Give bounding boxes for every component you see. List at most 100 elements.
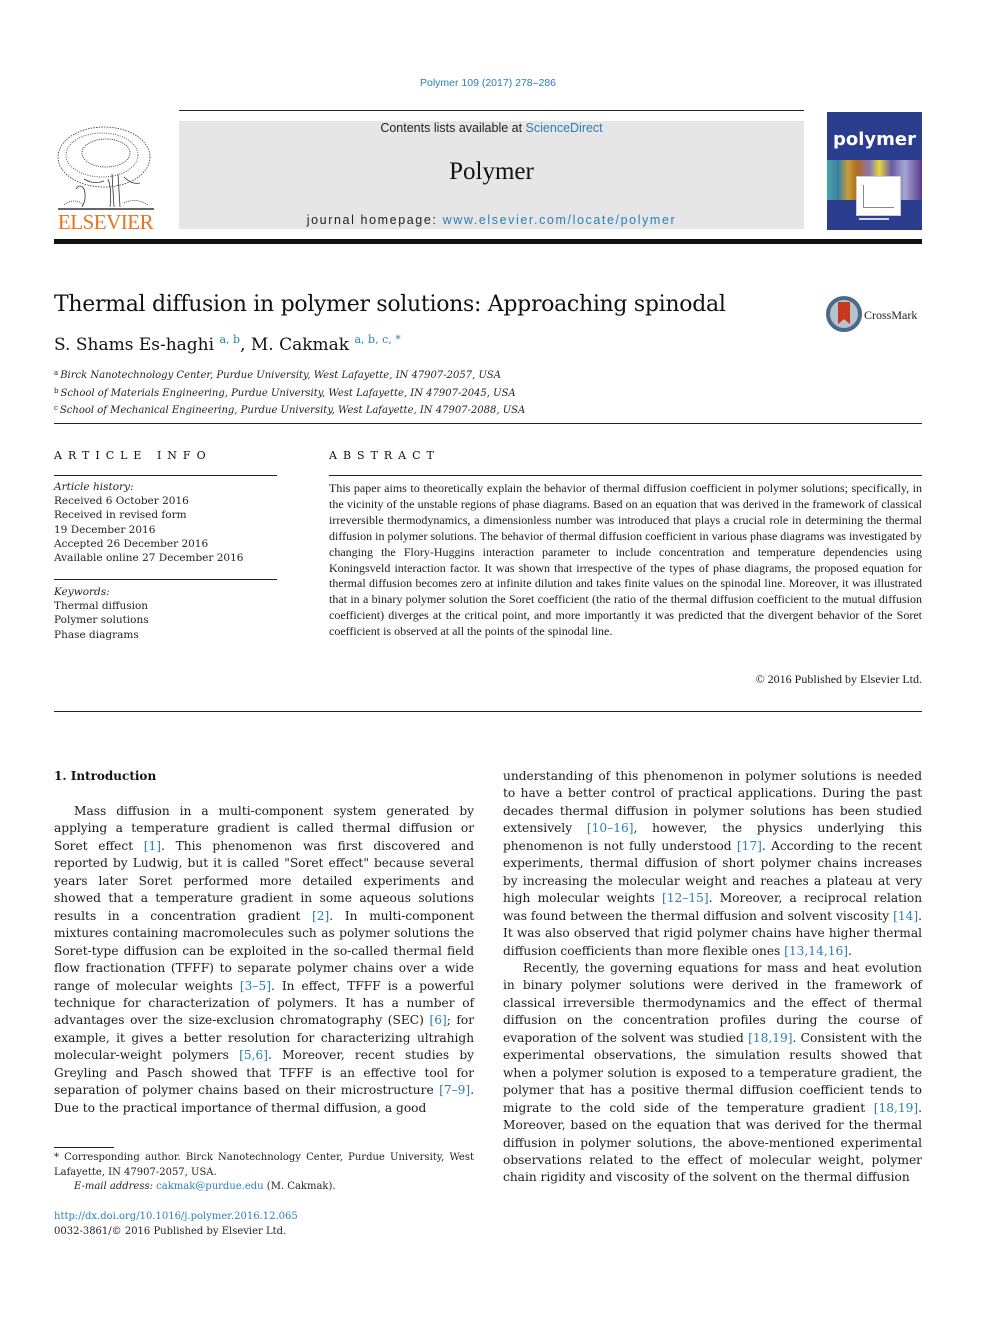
body-text xyxy=(172,874,183,888)
body-text xyxy=(707,821,722,835)
body-text: in xyxy=(300,891,313,906)
body-text: TFFF xyxy=(347,978,381,993)
body-text xyxy=(107,821,115,835)
body-text: "Soret xyxy=(284,856,324,871)
affiliation-text: School of Mechanical Engineering, Purdue… xyxy=(59,405,526,416)
crossmark-button[interactable]: CrossMark xyxy=(826,296,926,334)
author-affiliation-marks[interactable]: a, b, c, * xyxy=(355,333,401,346)
body-text: extensively xyxy=(503,821,573,836)
body-text: This xyxy=(175,838,202,853)
reference-link[interactable]: [2] xyxy=(312,909,329,923)
doi-link[interactable]: http://dx.doi.org/10.1016/j.polymer.2016… xyxy=(54,1211,298,1222)
body-text xyxy=(655,891,662,905)
body-text xyxy=(376,804,386,818)
reference-link[interactable]: [3–5] xyxy=(240,979,271,993)
body-text: in xyxy=(674,803,687,818)
body-text: In xyxy=(344,908,358,923)
reference-link[interactable]: [17] xyxy=(737,839,762,853)
reference-link[interactable]: [10–16] xyxy=(587,821,634,835)
body-text: the xyxy=(870,786,891,801)
email-line: E-mail address: cakmak@purdue.edu (M. Ca… xyxy=(54,1180,474,1195)
body-text: field xyxy=(446,943,475,958)
reference-link[interactable]: [5,6] xyxy=(239,1048,268,1062)
reference-link[interactable]: [6] xyxy=(429,1013,446,1027)
body-text: better xyxy=(567,786,606,801)
body-text: molecular xyxy=(537,891,600,906)
reference-link[interactable]: [7–9] xyxy=(439,1083,470,1097)
body-text: and xyxy=(760,908,784,923)
body-text: experiments, xyxy=(503,856,584,871)
body-text: showed xyxy=(190,1065,238,1080)
body-text: physics xyxy=(756,821,803,836)
body-text: studies xyxy=(404,1048,450,1063)
reference-link[interactable]: [18,19] xyxy=(748,1031,792,1045)
body-text: their xyxy=(305,1083,336,1098)
body-text: first xyxy=(337,838,363,853)
header-rule xyxy=(179,110,804,112)
body-text: wide xyxy=(444,961,475,976)
keyword-item: Thermal diffusion xyxy=(54,600,149,613)
body-text: Soret xyxy=(138,873,173,888)
body-text xyxy=(440,874,451,888)
body-text: reported xyxy=(54,856,108,871)
body-text: to xyxy=(503,786,516,801)
body-text xyxy=(295,979,302,993)
body-text: called xyxy=(296,821,334,836)
body-text: of xyxy=(462,995,475,1010)
body-text: a xyxy=(140,891,148,906)
body-text: aqueous xyxy=(359,891,411,906)
body-text: for xyxy=(456,1013,475,1028)
body-text: diffusion xyxy=(116,804,170,818)
journal-citation-link[interactable]: Polymer 109 (2017) 278–286 xyxy=(0,77,976,89)
body-text: Pasch xyxy=(146,1065,183,1080)
body-text: molecular xyxy=(618,873,680,888)
body-text: practical xyxy=(122,1100,178,1115)
body-text: that xyxy=(246,1065,272,1080)
author-name[interactable]: S. Shams Es-haghi xyxy=(54,335,214,355)
body-text: has xyxy=(362,995,384,1010)
intro-paragraph-1: Mass diffusion in a multi-component syst… xyxy=(54,803,474,1117)
body-text: polymers xyxy=(172,1048,229,1063)
body-text: Ludwig, xyxy=(132,856,183,871)
reference-link[interactable]: [12–15] xyxy=(662,891,709,905)
body-text: polymer xyxy=(696,926,748,941)
body-text: past xyxy=(895,786,923,801)
body-text xyxy=(106,804,116,818)
reference-link[interactable]: [14] xyxy=(893,909,918,923)
reference-link[interactable]: [13,14,16] xyxy=(784,944,848,958)
body-text: thermal xyxy=(271,1100,320,1115)
history-item: Accepted 26 December 2016 xyxy=(54,537,209,550)
body-text xyxy=(202,839,213,853)
body-text: the xyxy=(162,1013,183,1028)
reference-link[interactable]: [18,19] xyxy=(874,1101,918,1115)
journal-cover-image[interactable]: polymer xyxy=(827,112,922,230)
body-text xyxy=(782,891,789,905)
body-text: years xyxy=(54,873,88,888)
body-text: of xyxy=(598,769,611,783)
body-text: chains xyxy=(353,961,394,976)
author-name[interactable]: M. Cakmak xyxy=(251,335,349,355)
body-text: temperature xyxy=(131,821,209,836)
body-text: gives xyxy=(131,1030,164,1045)
body-text: applying xyxy=(54,821,108,836)
reference-link[interactable]: [1] xyxy=(144,839,161,853)
sciencedirect-link[interactable]: ScienceDirect xyxy=(526,121,603,135)
body-text xyxy=(363,839,374,853)
author-affiliation-marks[interactable]: a, b xyxy=(219,333,240,346)
email-link[interactable]: cakmak@purdue.edu xyxy=(156,1181,263,1192)
body-text: understood xyxy=(661,838,732,853)
body-text: also xyxy=(544,926,570,941)
body-text: be xyxy=(209,943,225,958)
body-text: . xyxy=(918,908,922,923)
body-text xyxy=(384,996,392,1010)
body-text: thermal xyxy=(559,803,609,818)
body-text: it xyxy=(213,856,222,871)
journal-homepage-link[interactable]: www.elsevier.com/locate/polymer xyxy=(443,213,677,227)
body-text xyxy=(269,996,277,1010)
body-text: higher xyxy=(828,926,870,941)
body-text: been xyxy=(839,803,870,818)
history-item: 19 December 2016 xyxy=(54,523,156,536)
body-text: macromolecules xyxy=(182,926,284,941)
body-text: powerful xyxy=(419,978,475,993)
body-text: diffusion xyxy=(614,803,669,818)
